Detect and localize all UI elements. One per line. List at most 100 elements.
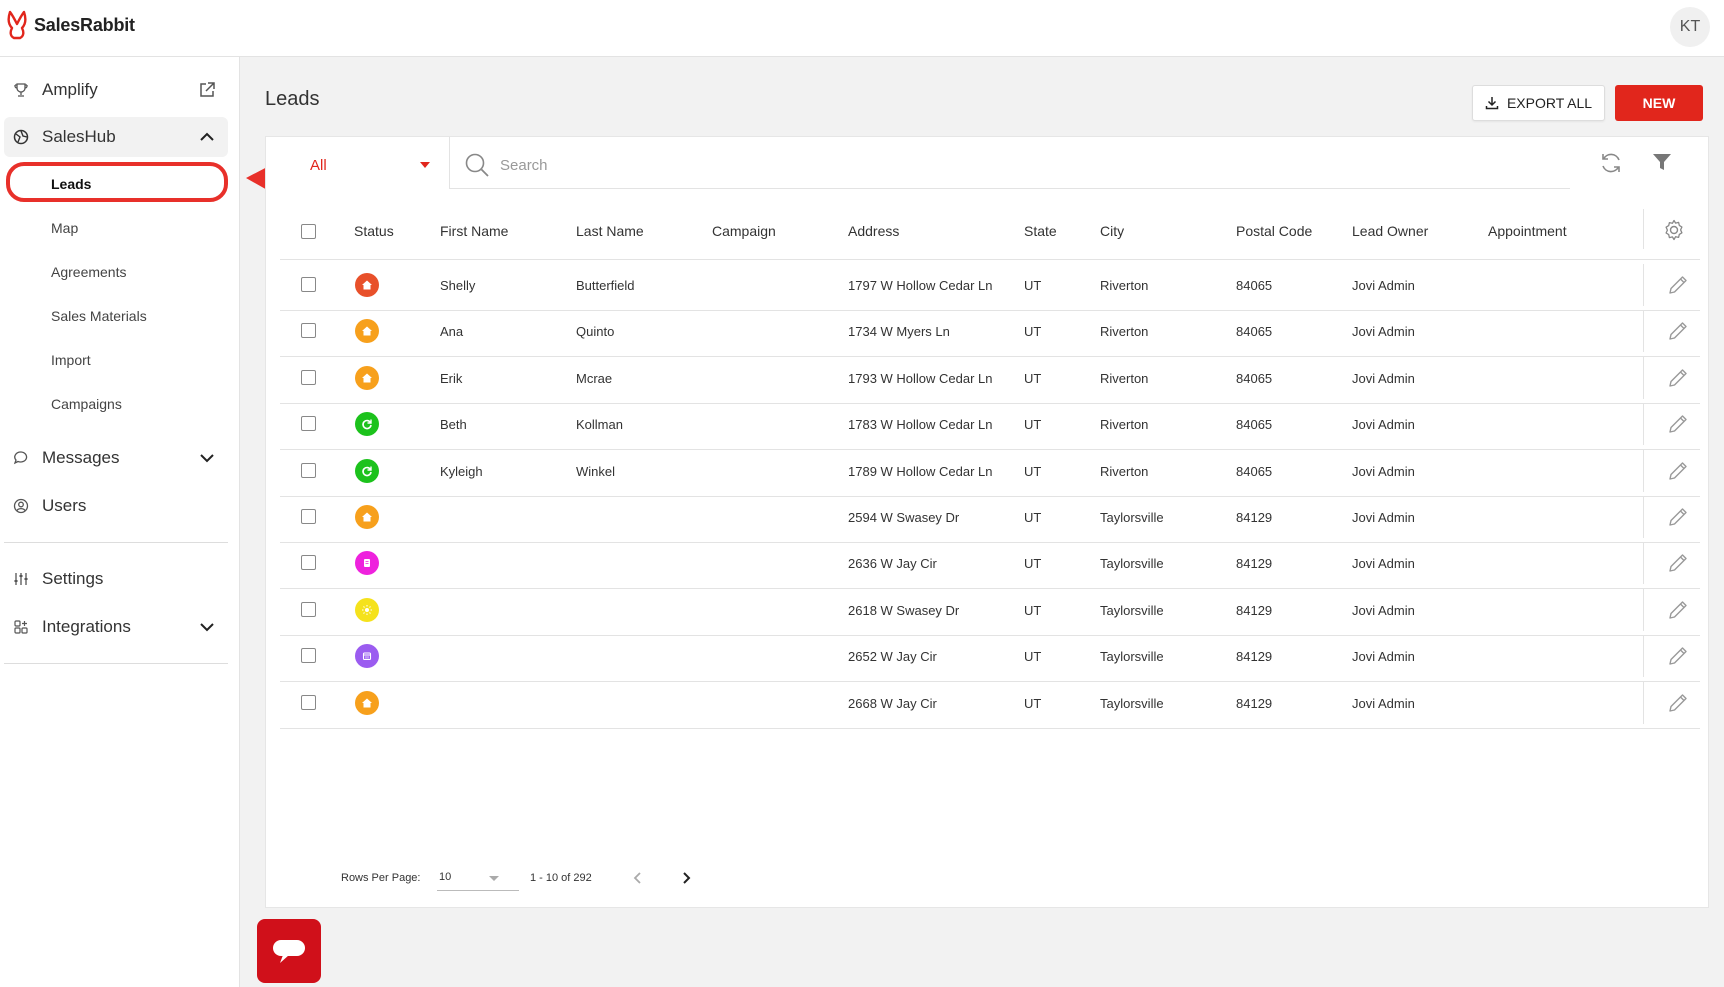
row-checkbox[interactable]	[301, 694, 316, 710]
chat-widget-button[interactable]	[257, 919, 321, 983]
row-checkbox[interactable]	[301, 416, 316, 432]
state-cell: UT	[1024, 649, 1042, 665]
pencil-icon[interactable]	[1666, 505, 1690, 529]
search-input[interactable]	[500, 153, 1100, 177]
row-checkbox[interactable]	[301, 277, 316, 292]
pencil-icon[interactable]	[1666, 691, 1690, 715]
postal-code-cell: 84129	[1236, 649, 1273, 665]
postal-code-cell: 84065	[1236, 278, 1273, 293]
table-row[interactable]: Erik Mcrae 1793 W Hollow Cedar Ln UT Riverto…	[280, 353, 1700, 404]
rows-per-page-select[interactable]: 10	[437, 867, 519, 891]
sidebar-subitem-agreements[interactable]: Agreements	[51, 260, 126, 284]
pencil-icon[interactable]	[1666, 459, 1690, 483]
first-name-cell: Shelly	[440, 278, 476, 293]
pencil-icon[interactable]	[1666, 644, 1690, 668]
column-header-address[interactable]: Address	[848, 223, 899, 239]
column-header-status[interactable]: Status	[354, 223, 394, 239]
column-separator	[1643, 635, 1644, 678]
last-name-cell: Butterfield	[576, 278, 635, 293]
status-indicator[interactable]	[355, 365, 379, 390]
user-avatar[interactable]: KT	[1670, 7, 1710, 47]
row-checkbox[interactable]	[301, 509, 316, 524]
state-cell: UT	[1024, 417, 1042, 433]
pencil-icon[interactable]	[1666, 412, 1690, 436]
export-all-label: EXPORT ALL	[1506, 95, 1593, 111]
status-indicator[interactable]	[355, 319, 379, 344]
pencil-icon[interactable]	[1666, 598, 1690, 622]
download-icon	[1485, 97, 1499, 110]
sidebar-item-saleshub[interactable]: SalesHub	[4, 117, 228, 157]
refresh-icon	[362, 466, 372, 476]
pencil-icon[interactable]	[1666, 273, 1690, 297]
sidebar-subitem-sales-materials[interactable]: Sales Materials	[51, 304, 147, 328]
status-indicator[interactable]	[355, 597, 379, 622]
sliders-icon	[12, 570, 30, 588]
sidebar-subitem-map[interactable]: Map	[51, 216, 78, 240]
table-row[interactable]: Kyleigh Winkel 1789 W Hollow Cedar Ln UT Riv…	[280, 446, 1700, 497]
column-separator	[1643, 496, 1644, 538]
status-indicator[interactable]	[355, 690, 379, 715]
row-checkbox[interactable]	[301, 462, 316, 478]
column-header-state[interactable]: State	[1024, 223, 1057, 239]
status-indicator[interactable]	[355, 458, 379, 483]
state-cell: UT	[1024, 324, 1042, 340]
export-all-button[interactable]: EXPORT ALL	[1472, 85, 1605, 121]
sidebar-item-messages[interactable]: Messages	[4, 438, 228, 478]
refresh-icon[interactable]	[1599, 151, 1623, 175]
table-row[interactable]: Beth Kollman 1783 W Hollow Cedar Ln UT River…	[280, 399, 1700, 451]
sidebar-item-amplify[interactable]: Amplify	[4, 70, 228, 110]
table-row[interactable]: 2668 W Jay Cir UT Taylorsville 84129 Jovi Ad…	[280, 678, 1700, 729]
city-cell: Riverton	[1100, 370, 1149, 386]
row-checkbox[interactable]	[301, 323, 316, 339]
chevron-right-icon[interactable]	[677, 869, 695, 887]
column-header-lead-owner[interactable]: Lead Owner	[1352, 223, 1428, 239]
calendar-icon	[362, 652, 372, 661]
column-header-city[interactable]: City	[1100, 223, 1124, 239]
chevron-left-icon[interactable]	[629, 869, 647, 887]
sidebar-item-integrations[interactable]: Integrations	[4, 607, 228, 647]
select-all-checkbox[interactable]	[301, 224, 316, 239]
column-header-last-name[interactable]: Last Name	[576, 223, 644, 239]
postal-code-cell: 84065	[1236, 370, 1273, 386]
state-cell: UT	[1024, 556, 1042, 572]
brand-logo[interactable]: SalesRabbit	[6, 10, 135, 40]
table-row[interactable]: 2652 W Jay Cir UT Taylorsville 84129 Jovi Ad…	[280, 631, 1700, 683]
globe-icon	[12, 128, 30, 146]
row-checkbox[interactable]	[301, 555, 316, 571]
row-checkbox[interactable]	[301, 648, 316, 664]
table-row[interactable]: 2594 W Swasey Dr UT Taylorsville 84129 Jovi …	[280, 492, 1700, 543]
column-header-appointment[interactable]: Appointment	[1488, 223, 1567, 239]
column-header-postal-code[interactable]: Postal Code	[1236, 223, 1312, 239]
row-checkbox[interactable]	[301, 601, 316, 617]
chevron-down-icon	[198, 618, 216, 636]
highlight-annotation	[6, 162, 228, 202]
new-button[interactable]: NEW	[1615, 85, 1703, 121]
table-row[interactable]: Ana Quinto 1734 W Myers Ln UT Riverton 84065 J…	[280, 306, 1700, 358]
status-indicator[interactable]	[355, 412, 379, 437]
gear-icon[interactable]	[1662, 218, 1686, 242]
table-row[interactable]: Shelly Butterfield 1797 W Hollow Cedar Ln U…	[280, 260, 1700, 311]
status-indicator[interactable]	[355, 505, 379, 529]
lead-owner-cell: Jovi Admin	[1352, 510, 1415, 525]
status-indicator[interactable]	[355, 644, 379, 669]
address-cell: 1789 W Hollow Cedar Ln	[848, 463, 993, 479]
status-filter-select[interactable]: All	[266, 137, 450, 189]
filter-icon[interactable]	[1651, 151, 1673, 173]
rabbit-logo-icon	[7, 10, 27, 40]
pencil-icon[interactable]	[1666, 551, 1690, 575]
status-indicator[interactable]	[355, 551, 379, 576]
pencil-icon[interactable]	[1666, 319, 1690, 343]
sidebar-item-users[interactable]: Users	[4, 486, 228, 526]
last-name-cell: Kollman	[576, 417, 623, 433]
column-header-campaign[interactable]: Campaign	[712, 223, 776, 239]
sidebar-subitem-import[interactable]: Import	[51, 348, 91, 372]
table-row[interactable]: 2618 W Swasey Dr UT Taylorsville 84129 Jovi …	[280, 585, 1700, 636]
status-indicator[interactable]	[355, 273, 379, 297]
table-row[interactable]: 2636 W Jay Cir UT Taylorsville 84129 Jovi Ad…	[280, 538, 1700, 590]
address-cell: 1783 W Hollow Cedar Ln	[848, 417, 993, 433]
pencil-icon[interactable]	[1666, 366, 1690, 390]
sidebar-item-settings[interactable]: Settings	[4, 559, 228, 599]
sidebar-subitem-campaigns[interactable]: Campaigns	[51, 392, 122, 416]
row-checkbox[interactable]	[301, 369, 316, 385]
column-header-first-name[interactable]: First Name	[440, 223, 508, 239]
